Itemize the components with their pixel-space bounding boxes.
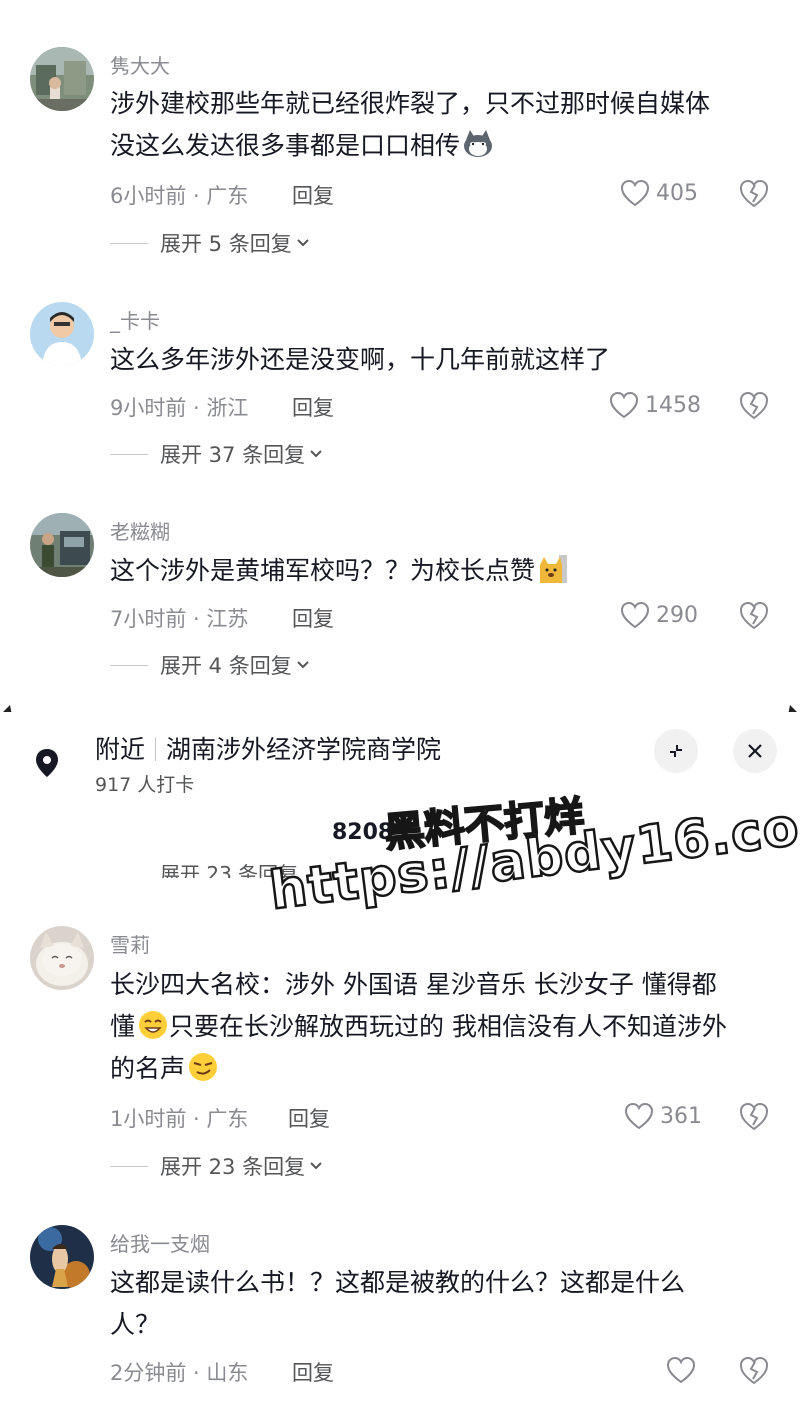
collapse-button[interactable] (654, 729, 698, 773)
reply-button[interactable]: 回复 (288, 1103, 330, 1133)
username[interactable]: 老糍糊 (110, 516, 170, 545)
reply-button[interactable]: 回复 (292, 603, 334, 633)
smile-emoji (139, 1011, 168, 1039)
expand-replies-label: 展开 37 条回复 (160, 443, 306, 467)
comment-text-line: 人？ (110, 1310, 161, 1339)
comment-text-line: 懂 只要在长沙解放西玩过的 我相信没有人不知道涉外 (110, 1006, 775, 1048)
expand-replies-button[interactable]: 展开 23 条回复 (110, 1151, 323, 1181)
expand-replies-button[interactable]: 展开 37 条回复 (110, 439, 323, 469)
doge-emoji (540, 555, 568, 583)
username[interactable]: 雪莉 (110, 929, 150, 958)
like-button[interactable]: 290 (620, 599, 698, 631)
username[interactable]: _卡卡 (110, 305, 160, 334)
location-name: 湖南涉外经济学院商学院 (166, 735, 442, 764)
comment-time-location: 9小时前 · 浙江 (110, 396, 249, 420)
comment-time-location: 2分钟前 · 山东 (110, 1361, 249, 1385)
like-count: 405 (656, 180, 698, 206)
like-button[interactable]: 361 (624, 1100, 702, 1132)
expand-replies-label: 展开 23 条回复 (160, 1155, 306, 1179)
comment-text: 这个涉外是黄埔军校吗？？为校长点赞 (110, 550, 775, 592)
heart-icon (666, 1356, 696, 1384)
collapse-icon (670, 745, 682, 757)
location-pin-icon (36, 749, 58, 777)
heart-icon (624, 1102, 654, 1130)
comment-time-location: 1小时前 · 广东 (110, 1107, 249, 1131)
divider (155, 737, 157, 761)
dislike-icon[interactable] (738, 1100, 770, 1132)
comment-text: 长沙四大名校：涉外 外国语 星沙音乐 长沙女子 懂得都 懂 只要在长沙解放西玩过的… (110, 964, 775, 1090)
chevron-down-icon (310, 1162, 322, 1170)
comment-text-line: 的名声 (110, 1054, 186, 1083)
divider (110, 242, 148, 244)
chevron-down-icon (297, 239, 309, 247)
reply-button[interactable]: 回复 (292, 180, 334, 210)
like-button[interactable]: 405 (620, 177, 698, 209)
avatar[interactable] (30, 513, 94, 577)
divider (110, 453, 148, 455)
chevron-down-icon (297, 661, 309, 669)
comment-text: 这么多年涉外还是没变啊，十几年前就这样了 (110, 339, 775, 381)
heart-icon (620, 601, 650, 629)
comment-text-line: 懂 (110, 1012, 136, 1041)
chevron-down-icon (310, 450, 322, 458)
comment-text-line: 这个涉外是黄埔军校吗？？为校长点赞 (110, 556, 536, 585)
avatar[interactable] (30, 302, 94, 366)
comment-text-line: 这都是读什么书！？这都是被教的什么？这都是什么 (110, 1268, 686, 1297)
checkin-count: 917 人打卡 (95, 774, 195, 796)
comment-text-line: 的名声 (110, 1048, 775, 1090)
like-button[interactable] (666, 1354, 696, 1386)
cat-emoji (464, 130, 493, 157)
avatar[interactable] (30, 1225, 94, 1289)
dislike-icon[interactable] (738, 1354, 770, 1386)
comment-text-line: 长沙四大名校：涉外 外国语 星沙音乐 长沙女子 懂得都 (110, 970, 717, 999)
comment-text-line: 这个涉外是黄埔军校吗？？为校长点赞 (110, 550, 775, 592)
heart-icon (620, 179, 650, 207)
avatar[interactable] (30, 47, 94, 111)
expand-replies-button[interactable]: 展开 5 条回复 (110, 228, 310, 258)
heart-icon (609, 391, 639, 419)
like-count: 361 (660, 1103, 702, 1129)
comment-text: 涉外建校那些年就已经很炸裂了，只不过那时候自媒体 没这么发达很多事都是口口相传 (110, 83, 775, 167)
location-title[interactable]: 附近 湖南涉外经济学院商学院 (95, 730, 441, 766)
expand-replies-label: 展开 4 条回复 (160, 654, 292, 678)
expand-replies-label: 展开 5 条回复 (160, 232, 292, 256)
comment-text-line: 没这么发达很多事都是口口相传 (110, 125, 775, 167)
like-count: 1458 (645, 392, 701, 418)
dislike-icon[interactable] (738, 389, 770, 421)
smirk-emoji (189, 1053, 218, 1081)
like-button[interactable]: 1458 (609, 389, 701, 421)
location-prefix: 附近 (95, 735, 146, 764)
comment-text-line: 这么多年涉外还是没变啊，十几年前就这样了 (110, 345, 611, 374)
comment-time-location: 7小时前 · 江苏 (110, 607, 249, 631)
reply-button[interactable]: 回复 (292, 1357, 334, 1387)
close-button[interactable] (733, 729, 777, 773)
dislike-icon[interactable] (738, 177, 770, 209)
like-count: 290 (656, 602, 698, 628)
dislike-icon[interactable] (738, 599, 770, 631)
comment-text-line: 涉外建校那些年就已经很炸裂了，只不过那时候自媒体 (110, 89, 711, 118)
comment-text-line: 只要在长沙解放西玩过的 我相信没有人不知道涉外 (169, 1012, 727, 1041)
comment-time-location: 6小时前 · 广东 (110, 184, 249, 208)
reply-button[interactable]: 回复 (292, 392, 334, 422)
comment-text-line: 没这么发达很多事都是口口相传 (110, 131, 461, 160)
divider (110, 664, 148, 666)
comment-text: 这都是读什么书！？这都是被教的什么？这都是什么 人？ (110, 1262, 775, 1346)
expand-replies-button[interactable]: 展开 4 条回复 (110, 650, 310, 680)
close-icon (748, 744, 762, 758)
username[interactable]: 隽大大 (110, 50, 170, 79)
username[interactable]: 给我一支烟 (110, 1228, 210, 1257)
divider (110, 1165, 148, 1167)
avatar[interactable] (30, 926, 94, 990)
